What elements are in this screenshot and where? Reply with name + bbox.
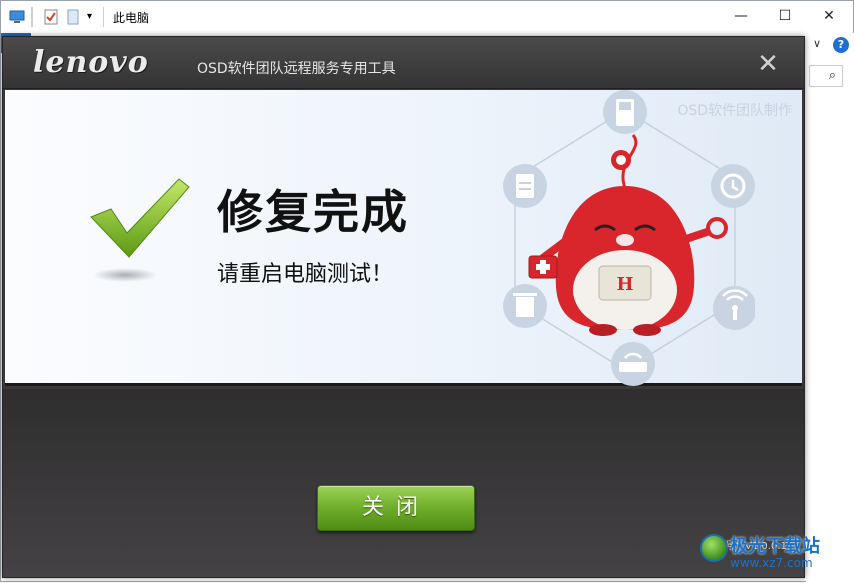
explorer-title: 此电脑 bbox=[113, 11, 150, 25]
separator bbox=[31, 7, 33, 27]
explorer-side-area bbox=[806, 33, 854, 583]
site-watermark: 极光下载站 www.xz7.com bbox=[700, 530, 854, 582]
dialog-footer: 关闭 版本号：V1.0.0.1 bbox=[3, 389, 804, 577]
repair-dialog: lenovo OSD软件团队远程服务专用工具 ✕ OSD软件团队制作 修复完成 … bbox=[2, 36, 805, 578]
close-button[interactable]: ✕ bbox=[807, 5, 851, 27]
clipboard-icon bbox=[503, 164, 547, 208]
search-box[interactable]: ⌕ bbox=[809, 65, 843, 87]
phone-icon bbox=[603, 90, 647, 134]
dialog-title: OSD软件团队远程服务专用工具 bbox=[197, 61, 396, 77]
wifi-icon bbox=[713, 286, 755, 330]
site-logo-icon bbox=[700, 534, 728, 562]
status-message: 请重启电脑测试！ bbox=[217, 262, 394, 287]
result-panel: OSD软件团队制作 修复完成 请重启电脑测试！ H bbox=[5, 90, 802, 386]
minimize-button[interactable]: — bbox=[719, 5, 763, 27]
site-url: www.xz7.com bbox=[730, 556, 813, 570]
dialog-close-icon[interactable]: ✕ bbox=[753, 49, 783, 79]
close-dialog-button[interactable]: 关闭 bbox=[317, 485, 475, 531]
lenovo-logo: lenovo bbox=[33, 45, 149, 80]
svg-text:H: H bbox=[616, 274, 633, 295]
help-icon[interactable]: ? bbox=[833, 37, 849, 53]
separator bbox=[103, 7, 104, 27]
first-aid-icon bbox=[528, 255, 558, 279]
search-icon: ⌕ bbox=[828, 68, 836, 83]
dialog-header: lenovo OSD软件团队远程服务专用工具 ✕ bbox=[3, 37, 804, 89]
site-brand: 极光下载站 bbox=[730, 536, 820, 557]
explorer-titlebar: ▾ 此电脑 — ☐ ✕ bbox=[1, 1, 853, 33]
checkmark-icon bbox=[90, 178, 190, 282]
mascot-illustration: H bbox=[503, 90, 755, 386]
trash-icon bbox=[503, 284, 547, 328]
document-icon[interactable] bbox=[65, 9, 81, 25]
chevron-down-icon[interactable]: ∨ bbox=[813, 37, 821, 50]
quick-access-dropdown-icon[interactable]: ▾ bbox=[87, 11, 103, 27]
checklist-icon[interactable] bbox=[43, 9, 59, 25]
status-heading: 修复完成 bbox=[217, 185, 409, 239]
clock-icon bbox=[711, 164, 755, 208]
monitor-icon[interactable] bbox=[9, 9, 25, 25]
maximize-button[interactable]: ☐ bbox=[763, 5, 807, 27]
router-icon bbox=[611, 342, 655, 386]
